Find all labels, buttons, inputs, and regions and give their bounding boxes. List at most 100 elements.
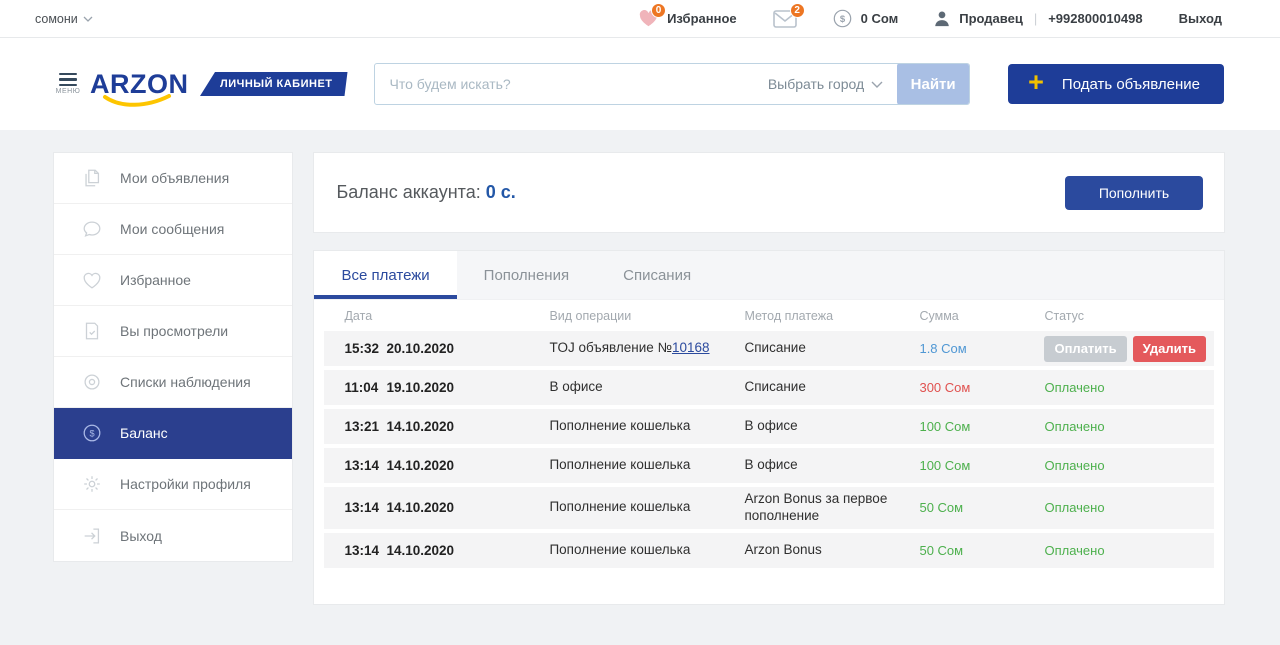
svg-text:$: $	[839, 14, 845, 25]
city-select[interactable]: Выбрать город	[768, 76, 897, 92]
topbar-balance[interactable]: $ 0 Сом	[833, 9, 899, 28]
user-phone: +992800010498	[1048, 11, 1142, 26]
table-body: 15:3220.10.2020TOJ объявление №10168Спис…	[324, 331, 1214, 568]
delete-button[interactable]: Удалить	[1133, 336, 1206, 362]
sidebar-item[interactable]: Списки наблюдения	[54, 357, 292, 408]
cell-date: 19.10.2020	[386, 380, 549, 395]
user-icon	[934, 10, 950, 27]
sidebar-item[interactable]: Вы просмотрели	[54, 306, 292, 357]
sidebar-item[interactable]: Мои сообщения	[54, 204, 292, 255]
cell-operation: Пополнение кошелька	[549, 418, 744, 435]
cell-operation: Пополнение кошелька	[549, 499, 744, 516]
cell-sum: 100 Сом	[919, 458, 1044, 473]
favorites-label: Избранное	[667, 11, 737, 26]
post-ad-button[interactable]: + Подать объявление	[1008, 64, 1224, 104]
cell-operation: TOJ объявление №10168	[549, 340, 744, 357]
cell-date: 14.10.2020	[386, 543, 549, 558]
payments-tab[interactable]: Пополнения	[457, 251, 596, 299]
content: Мои объявления Мои сообщения Избранное Вы п…	[0, 130, 1280, 605]
row-actions: Оплатить Удалить	[1044, 336, 1206, 362]
chevron-down-icon	[83, 16, 93, 22]
cell-sum: 300 Сом	[919, 380, 1044, 395]
viewed-icon	[81, 320, 103, 342]
sidebar-item[interactable]: $ Баланс	[54, 408, 292, 459]
topbar-favorites[interactable]: 0 Избранное	[639, 10, 737, 27]
search-button[interactable]: Найти	[897, 63, 969, 105]
table-header-cell: Сумма	[919, 309, 1044, 323]
cell-operation: В офисе	[549, 379, 744, 396]
table-row: 13:1414.10.2020Пополнение кошелькаArzon …	[324, 487, 1214, 529]
sidebar-item[interactable]: Мои объявления	[54, 153, 292, 204]
table-row: 11:0419.10.2020В офисеСписание300 СомОпл…	[324, 370, 1214, 405]
cell-date: 14.10.2020	[386, 458, 549, 473]
user-role: Продавец	[959, 11, 1023, 26]
post-ad-label: Подать объявление	[1062, 76, 1200, 93]
cell-date: 20.10.2020	[386, 341, 549, 356]
cell-method: Списание	[744, 340, 919, 357]
payments-tab[interactable]: Все платежи	[314, 251, 456, 299]
favorites-badge: 0	[651, 3, 666, 18]
sidebar-item[interactable]: Настройки профиля	[54, 459, 292, 510]
ad-number-link[interactable]: 10168	[672, 340, 710, 355]
topbar-right: 0 Избранное 2 $ 0 Сом Продавец | +992800…	[639, 9, 1222, 28]
cell-method: В офисе	[744, 457, 919, 474]
status-label: Оплачено	[1044, 543, 1206, 558]
balance-title: Баланс аккаунта:0 с.	[336, 182, 515, 203]
table-row: 13:2114.10.2020Пополнение кошелькаВ офис…	[324, 409, 1214, 444]
cell-method: Списание	[744, 379, 919, 396]
cell-sum: 50 Сом	[919, 543, 1044, 558]
cell-sum: 1.8 Сом	[919, 341, 1044, 356]
sidebar-item-label: Мои объявления	[120, 170, 229, 186]
cell-method: В офисе	[744, 418, 919, 435]
topbar-messages[interactable]: 2	[773, 10, 797, 28]
topup-button[interactable]: Пополнить	[1065, 176, 1203, 210]
table-header-cell: Вид операции	[549, 309, 744, 323]
cell-date: 14.10.2020	[386, 419, 549, 434]
logo[interactable]: ARZON	[90, 69, 194, 100]
sidebar-item-label: Баланс	[120, 425, 168, 441]
balance-label: Баланс аккаунта:	[336, 182, 480, 202]
topbar-balance-value: 0 Сом	[861, 11, 899, 26]
topbar-logout[interactable]: Выход	[1179, 11, 1222, 26]
sidebar-item[interactable]: Избранное	[54, 255, 292, 306]
sidebar-item[interactable]: Выход	[54, 510, 292, 561]
cell-time: 13:14	[344, 543, 386, 558]
table-row: 13:1414.10.2020Пополнение кошелькаArzon …	[324, 533, 1214, 568]
chevron-down-icon	[871, 81, 883, 88]
table-header-cell: Статус	[1044, 309, 1214, 323]
cell-method: Arzon Bonus за первое пополнение	[744, 491, 919, 525]
sidebar-item-label: Мои сообщения	[120, 221, 224, 237]
pay-button[interactable]: Оплатить	[1044, 336, 1126, 362]
status-label: Оплачено	[1044, 458, 1206, 473]
cell-method: Arzon Bonus	[744, 542, 919, 559]
search-input[interactable]	[375, 76, 768, 92]
main-column: Баланс аккаунта:0 с. Пополнить Все плате…	[313, 152, 1225, 605]
site-header: меню ARZON ЛИЧНЫЙ КАБИНЕТ Выбрать город …	[0, 38, 1280, 130]
topbar-user[interactable]: Продавец | +992800010498	[934, 10, 1142, 27]
hamburger-icon	[59, 73, 77, 87]
heart-icon	[81, 269, 103, 291]
svg-text:$: $	[89, 429, 94, 439]
currency-selector[interactable]: сомони	[35, 12, 93, 26]
menu-label: меню	[56, 88, 81, 95]
settings-icon	[81, 473, 103, 495]
sidebar: Мои объявления Мои сообщения Избранное Вы п…	[53, 152, 293, 562]
balance-icon: $	[81, 422, 103, 444]
cell-time: 15:32	[344, 341, 386, 356]
separator: |	[1034, 11, 1037, 26]
cell-time: 11:04	[344, 380, 386, 395]
table-row: 15:3220.10.2020TOJ объявление №10168Спис…	[324, 331, 1214, 366]
sidebar-item-label: Вы просмотрели	[120, 323, 228, 339]
status-label: Оплачено	[1044, 500, 1206, 515]
search-bar: Выбрать город Найти	[374, 63, 971, 105]
envelope-icon: 2	[773, 10, 797, 28]
messages-icon	[81, 218, 103, 240]
payments-table: ДатаВид операцииМетод платежаСуммаСтатус…	[314, 300, 1224, 568]
table-row: 13:1414.10.2020Пополнение кошелькаВ офис…	[324, 448, 1214, 483]
payments-tab[interactable]: Списания	[596, 251, 718, 299]
payments-tabs: Все платежиПополненияСписания	[314, 251, 1224, 300]
cell-sum: 50 Сом	[919, 500, 1044, 515]
watchlist-icon	[81, 371, 103, 393]
menu-button[interactable]: меню	[55, 73, 81, 96]
currency-label: сомони	[35, 12, 78, 26]
